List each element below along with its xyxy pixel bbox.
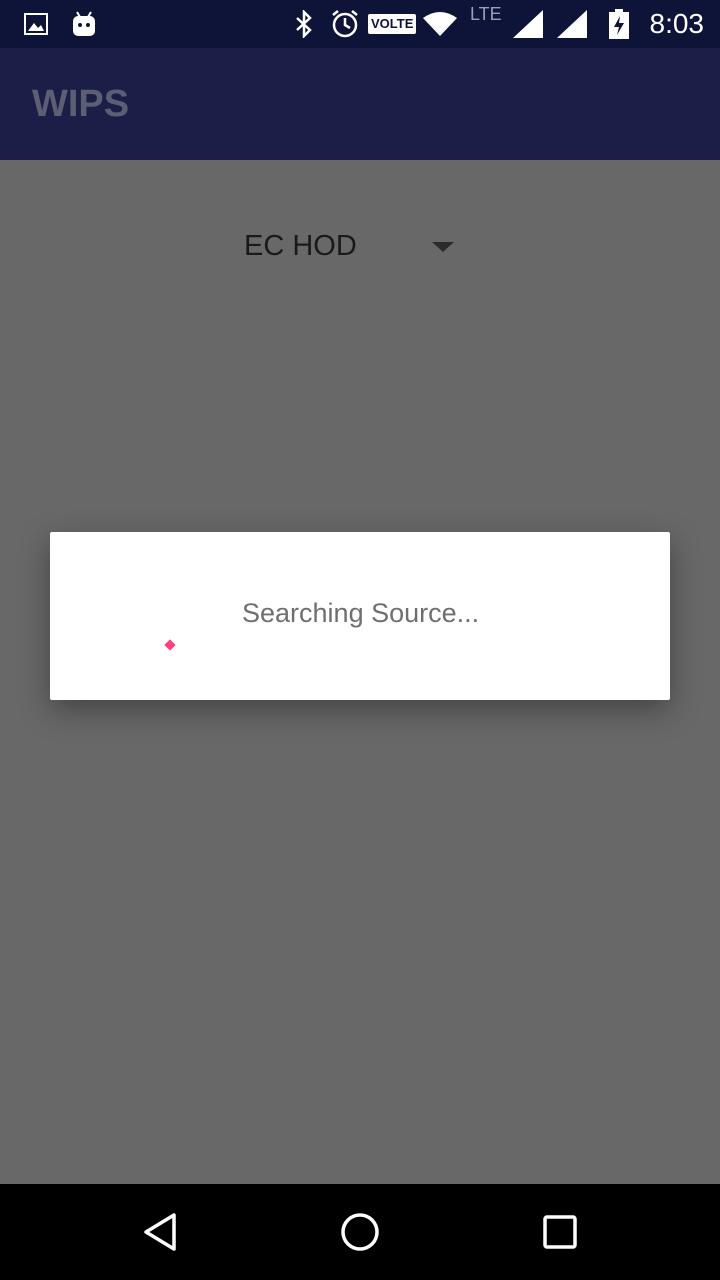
- app-title: WIPS: [32, 83, 130, 125]
- battery-charging-icon: [608, 0, 630, 48]
- navigation-bar: [0, 1184, 720, 1280]
- home-icon[interactable]: [338, 1210, 382, 1254]
- android-debug-icon: [72, 0, 96, 48]
- bluetooth-icon: [294, 0, 314, 48]
- signal-icon: [512, 0, 544, 48]
- status-bar: VOLTE LTE 8:03: [0, 0, 720, 48]
- source-spinner[interactable]: EC HOD: [244, 220, 464, 272]
- dialog-message: Searching Source...: [242, 598, 480, 628]
- app-bar: WIPS: [0, 48, 720, 160]
- alarm-icon: [330, 0, 360, 48]
- progress-dialog: Searching Source...: [50, 532, 670, 700]
- wifi-icon: [422, 0, 458, 48]
- spinner-selected-value: EC HOD: [244, 229, 357, 262]
- signal-icon: [556, 0, 588, 48]
- status-time: 8:03: [649, 8, 705, 39]
- volte-badge: VOLTE: [368, 0, 417, 48]
- recents-icon[interactable]: [538, 1210, 582, 1254]
- back-icon[interactable]: [138, 1210, 182, 1254]
- progress-spinner-icon: [164, 639, 176, 651]
- dropdown-arrow-icon: [432, 242, 454, 252]
- network-type-label: LTE: [470, 3, 502, 24]
- gallery-icon: [24, 0, 48, 48]
